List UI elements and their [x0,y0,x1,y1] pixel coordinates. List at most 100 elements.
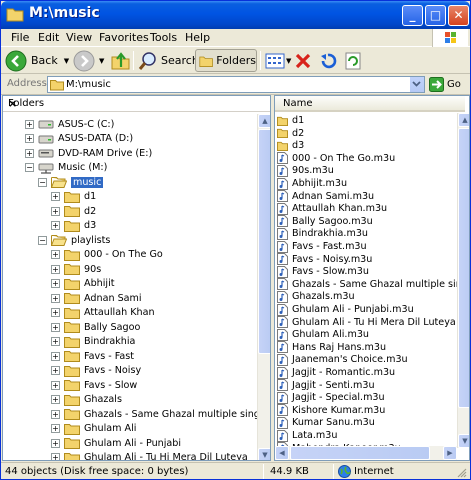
expand-icon[interactable]: + [25,148,34,158]
scroll-up-arrow[interactable]: ▲ [458,113,469,127]
file-list-scrollbar[interactable]: ▲ ▼ [457,113,469,448]
tree-item[interactable]: + Ghazals - Same Ghazal multiple singers [51,407,258,421]
expand-icon[interactable]: + [51,250,60,259]
folders-button[interactable]: Folders [195,49,257,72]
delete-button[interactable] [294,49,312,72]
file-list-item[interactable]: Favs - Noisy.m3u [277,253,372,266]
scroll-up-arrow[interactable]: ▲ [258,114,270,128]
views-button[interactable]: ▼ [265,49,291,72]
expand-icon[interactable]: + [51,192,60,201]
resize-grip-icon[interactable] [456,467,467,478]
tree-item[interactable]: +90s [51,262,101,276]
file-list-item[interactable]: Bally Sagoo.m3u [277,215,373,228]
scroll-right-arrow[interactable]: ▶ [443,446,457,460]
expand-icon[interactable]: + [51,453,60,460]
expand-icon[interactable]: + [51,424,60,433]
expand-icon[interactable]: + [51,293,60,303]
refresh-button[interactable] [344,49,362,72]
file-list-item[interactable]: Kishore Kumar.m3u [277,404,385,417]
scroll-down-arrow[interactable]: ▼ [258,448,270,460]
expand-icon[interactable]: + [51,221,60,230]
tree-item[interactable]: + Attaullah Khan [51,306,155,320]
collapse-icon[interactable]: − [38,235,47,245]
chevron-down-icon[interactable]: ▼ [64,57,69,65]
folder-list-item[interactable]: d3 [277,139,304,152]
file-list-item[interactable]: Jagjit - Special.m3u [277,391,385,404]
tree-item[interactable]: + d1 [51,190,96,204]
menu-view[interactable]: View [66,31,92,44]
expand-icon[interactable]: + [51,409,60,419]
folder-list-item[interactable]: d2 [277,127,304,140]
file-list-item[interactable]: Ghulam Ali - Tu Hi Mera Dil Luteya [277,316,456,329]
expand-icon[interactable]: + [25,119,34,129]
scroll-thumb[interactable] [458,128,469,408]
chevron-down-icon[interactable]: ▼ [286,57,291,65]
file-list-item[interactable]: Ghulam Ali.m3u [277,328,369,341]
maximize-button[interactable]: □ [425,5,446,26]
file-list-item[interactable]: Bindrakhia.m3u [277,227,368,240]
tree-item[interactable]: + ASUS-C (C:) [25,117,114,131]
scroll-thumb[interactable] [258,129,270,354]
file-list-item[interactable]: Favs - Fast.m3u [277,240,367,253]
go-button[interactable]: Go [429,77,461,92]
tree-item[interactable]: + ASUS-DATA (D:) [25,132,133,146]
tree-item[interactable]: + Adnan Sami [51,291,142,305]
file-list-item[interactable]: Hans Raj Hans.m3u [277,341,386,354]
file-list-hscrollbar[interactable]: ◀ ▶ [275,446,457,460]
file-list-item[interactable]: 000 - On The Go.m3u [277,152,395,165]
folder-list-item[interactable]: d1 [277,114,304,127]
scroll-left-arrow[interactable]: ◀ [275,446,289,460]
close-button[interactable]: ✕ [448,5,469,26]
expand-icon[interactable]: + [51,380,60,390]
tree-item[interactable]: + d2 [51,204,96,218]
file-list-item[interactable]: Ghulam Ali - Punjabi.m3u [277,303,414,316]
scroll-down-arrow[interactable]: ▼ [458,434,469,448]
forward-button[interactable]: ▼ [73,49,104,72]
file-list-item[interactable]: Ghazals.m3u [277,290,355,303]
hscroll-thumb[interactable] [290,446,430,460]
file-list-item[interactable]: 90s.m3u [277,164,334,177]
tree-item[interactable]: + Favs - Slow [51,378,137,392]
file-list-item[interactable]: Jagjit - Senti.m3u [277,379,375,392]
file-list-item[interactable]: Jaaneman's Choice.m3u [277,353,408,366]
file-list-item[interactable]: Abhijit.m3u [277,177,347,190]
tree-item[interactable]: + Abhijit [51,277,115,291]
search-button[interactable]: Search [138,49,199,72]
close-pane-icon[interactable]: × [8,97,264,110]
menu-file[interactable]: File [11,31,29,44]
tree-item[interactable]: + Ghazals [51,393,122,407]
menu-favorites[interactable]: Favorites [99,31,149,44]
expand-icon[interactable]: + [51,351,60,361]
tree-item[interactable]: + d3 [51,219,96,233]
folder-tree-scrollbar[interactable]: ▲ ▼ [257,114,270,460]
expand-icon[interactable]: + [51,279,60,288]
menu-edit[interactable]: Edit [38,31,59,44]
file-list-item[interactable]: Attaullah Khan.m3u [277,202,387,215]
tree-item[interactable]: + Ghulam Ali - Punjabi [51,436,181,450]
name-column-header[interactable]: Name [275,96,465,112]
file-list-item[interactable]: Ghazals - Same Ghazal multiple singer [277,278,457,291]
collapse-icon[interactable]: − [25,163,34,172]
menu-help[interactable]: Help [185,31,210,44]
undo-button[interactable] [319,49,337,72]
expand-icon[interactable]: + [51,308,60,317]
file-list-item[interactable]: Lata.m3u [277,429,337,442]
menu-tools[interactable]: Tools [150,31,177,44]
tree-item[interactable]: + Ghulam Ali - Tu Hi Mera Dil Luteya [51,451,248,460]
file-list-item[interactable]: Jagjit - Romantic.m3u [277,366,395,379]
tree-item[interactable]: − playlists [38,233,110,247]
expand-icon[interactable]: + [51,438,60,448]
up-folder-button[interactable] [111,49,131,72]
minimize-button[interactable]: _ [402,5,423,26]
tree-item[interactable]: + DVD-RAM Drive (E:) [25,146,152,160]
expand-icon[interactable]: + [51,322,60,332]
tree-item[interactable]: − music [38,175,104,189]
tree-item[interactable]: + Ghulam Ali [51,422,136,436]
expand-icon[interactable]: + [51,337,60,346]
file-list-item[interactable]: Kumar Sanu.m3u [277,416,375,429]
address-dropdown-button[interactable] [409,77,424,92]
title-bar[interactable]: M:\music _ □ ✕ [1,1,470,29]
expand-icon[interactable]: + [51,366,60,375]
back-button[interactable]: Back ▼ [5,49,69,72]
address-input[interactable]: M:\music [47,76,425,93]
